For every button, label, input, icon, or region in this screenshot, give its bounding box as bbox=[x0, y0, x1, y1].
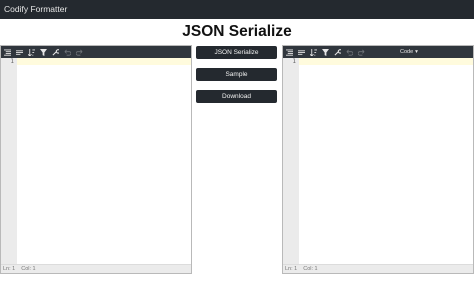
app-header: Codify Formatter bbox=[0, 0, 474, 19]
repair-icon[interactable] bbox=[52, 48, 59, 56]
sample-button[interactable]: Sample bbox=[196, 68, 277, 81]
repair-icon[interactable] bbox=[334, 48, 341, 56]
output-editor-toolbar: Code ▾ bbox=[283, 46, 473, 58]
format-icon[interactable] bbox=[286, 48, 293, 56]
line-number: 1 bbox=[10, 58, 14, 65]
line-gutter: 1 bbox=[1, 58, 17, 264]
output-editor-statusbar: Ln: 1 Col: 1 bbox=[283, 264, 473, 273]
input-editor-statusbar: Ln: 1 Col: 1 bbox=[1, 264, 191, 273]
sort-icon[interactable] bbox=[310, 48, 317, 56]
line-number: 1 bbox=[292, 58, 296, 65]
input-editor-toolbar bbox=[1, 46, 191, 58]
output-editor[interactable]: Code ▾ 1 Ln: 1 Col: 1 bbox=[282, 45, 474, 274]
undo-icon[interactable] bbox=[346, 49, 353, 56]
format-icon[interactable] bbox=[4, 48, 11, 56]
sort-icon[interactable] bbox=[28, 48, 35, 56]
redo-icon[interactable] bbox=[358, 49, 365, 56]
input-editor[interactable]: 1 Ln: 1 Col: 1 bbox=[0, 45, 192, 274]
undo-icon[interactable] bbox=[64, 49, 71, 56]
redo-icon[interactable] bbox=[76, 49, 83, 56]
mode-select[interactable]: Code ▾ bbox=[400, 49, 418, 55]
filter-icon[interactable] bbox=[322, 48, 329, 56]
app-name[interactable]: Codify Formatter bbox=[4, 4, 67, 14]
compact-icon[interactable] bbox=[16, 49, 23, 56]
cursor-line: Ln: 1 bbox=[285, 266, 298, 272]
active-line[interactable] bbox=[299, 58, 473, 65]
active-line[interactable] bbox=[17, 58, 191, 65]
filter-icon[interactable] bbox=[40, 48, 47, 56]
chevron-down-icon: ▾ bbox=[415, 49, 418, 55]
cursor-col: Col: 1 bbox=[21, 266, 36, 272]
download-button[interactable]: Download bbox=[196, 90, 277, 103]
mode-select-label: Code bbox=[400, 49, 414, 55]
cursor-col: Col: 1 bbox=[303, 266, 318, 272]
line-gutter: 1 bbox=[283, 58, 299, 264]
page-title: JSON Serialize bbox=[182, 23, 292, 40]
json-serialize-button[interactable]: JSON Serialize bbox=[196, 46, 277, 59]
cursor-line: Ln: 1 bbox=[3, 266, 16, 272]
compact-icon[interactable] bbox=[298, 49, 305, 56]
